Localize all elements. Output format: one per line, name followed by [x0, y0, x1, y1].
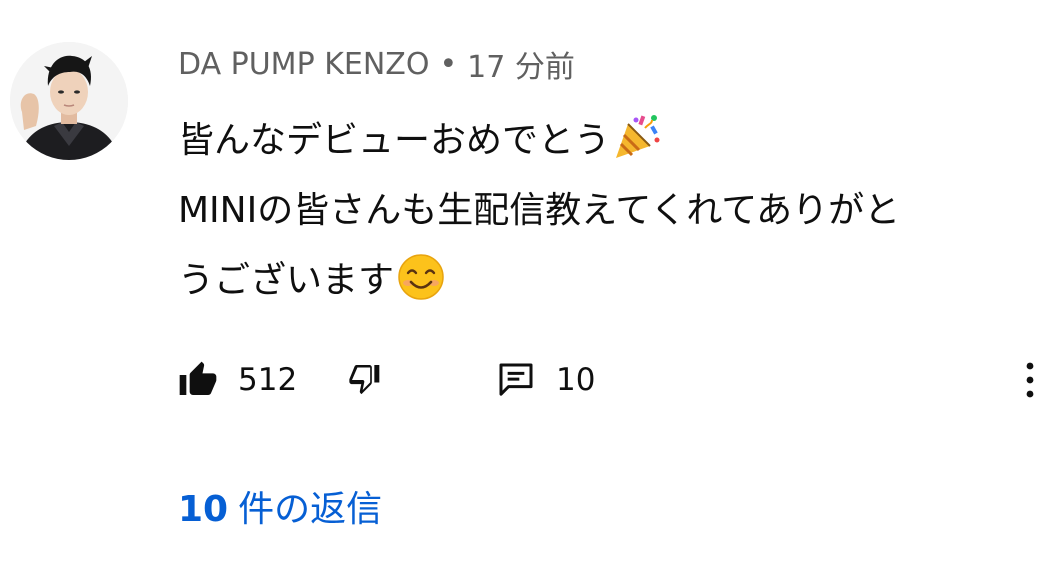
meta-separator: •: [439, 46, 458, 82]
thumbs-up-icon: [179, 361, 217, 395]
comment-line: 皆んなデビューおめでとう: [178, 106, 1018, 176]
reply-count: 10: [556, 362, 596, 398]
comment-thread: DA PUMP KENZO • 17 分前 皆んなデビューおめでとう MINIの…: [0, 0, 1042, 586]
avatar[interactable]: [10, 42, 128, 160]
comment-line-text: MINIの皆さんも生配信教えてくれてありがと: [178, 190, 901, 231]
comment-time[interactable]: 17 分前: [467, 42, 575, 86]
comment-header: DA PUMP KENZO • 17 分前: [178, 42, 575, 86]
party-popper-icon: [616, 115, 660, 158]
avatar-image: [10, 42, 128, 160]
smiling-face-icon: [398, 254, 444, 300]
replies-label: 件の返信: [238, 489, 383, 530]
comment-text: 皆んなデビューおめでとう MINIの皆さんも生配信教えてくれてありがと うござい…: [178, 106, 1018, 316]
reply-button[interactable]: 10: [496, 352, 595, 408]
comment-actions: 512 10: [178, 352, 1042, 408]
more-options-button[interactable]: [1018, 352, 1042, 408]
comment-icon: [499, 363, 533, 396]
thumbs-down-icon: [349, 365, 380, 395]
more-vertical-icon: [1026, 362, 1034, 398]
view-replies-link[interactable]: 10 件の返信: [178, 480, 382, 532]
comment-line: うございます: [178, 246, 1018, 316]
comment-line: MINIの皆さんも生配信教えてくれてありがと: [178, 176, 1018, 246]
dislike-button[interactable]: [346, 352, 386, 408]
author-name[interactable]: DA PUMP KENZO: [178, 47, 429, 82]
comment-line-text: 皆んなデビューおめでとう: [178, 120, 611, 161]
like-button[interactable]: 512: [178, 352, 297, 408]
replies-count: 10: [178, 489, 229, 530]
comment-line-text: うございます: [178, 260, 395, 301]
like-count: 512: [238, 362, 298, 398]
